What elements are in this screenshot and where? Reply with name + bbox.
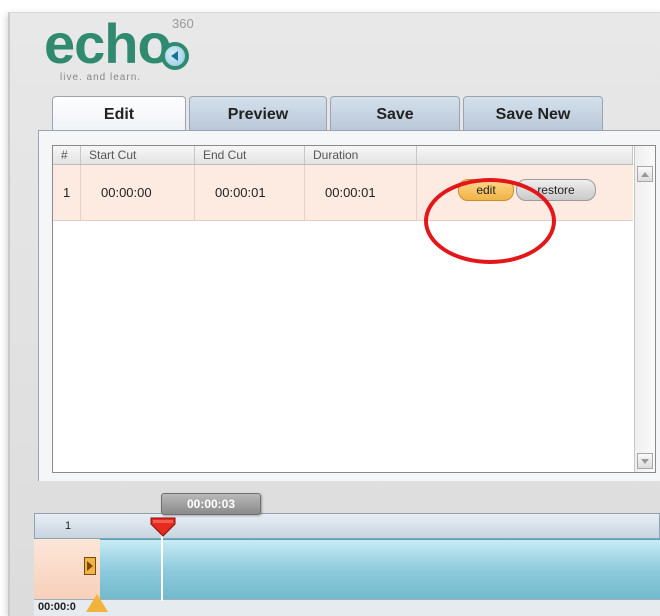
tab-save[interactable]: Save [330, 96, 460, 130]
logo-superscript: 360 [172, 16, 194, 31]
timeline[interactable]: 1 00:00:0 [34, 513, 660, 616]
cuts-table: # Start Cut End Cut Duration 1 00:00:00 … [52, 145, 656, 473]
header-start-cut[interactable]: Start Cut [81, 146, 195, 164]
clip-start-bracket-icon[interactable] [84, 557, 96, 575]
logo-tagline: live. and learn. [60, 72, 142, 83]
ruler-label: 1 [65, 520, 72, 532]
tab-save-new[interactable]: Save New [463, 96, 603, 130]
cell-end-cut: 00:00:01 [195, 165, 305, 220]
tab-edit[interactable]: Edit [52, 96, 186, 132]
cell-number: 1 [53, 165, 81, 220]
playhead-line [161, 527, 163, 601]
tab-preview[interactable]: Preview [189, 96, 327, 130]
cell-duration: 00:00:01 [305, 165, 417, 220]
highlight-circle [424, 178, 556, 264]
logo-speaker-icon [161, 42, 189, 70]
timeline-footer: 00:00:0 [34, 599, 660, 616]
header-number[interactable]: # [53, 146, 81, 164]
scroll-up-icon[interactable] [637, 166, 653, 182]
table-header: # Start Cut End Cut Duration [53, 146, 633, 165]
timeline-clip[interactable] [100, 539, 660, 600]
scroll-down-icon[interactable] [637, 453, 653, 469]
timeline-left-time: 00:00:0 [38, 601, 76, 613]
playhead-marker-icon[interactable] [149, 516, 177, 538]
in-point-marker-icon[interactable] [86, 594, 108, 612]
playhead-time: 00:00:03 [161, 493, 261, 515]
table-scrollbar[interactable] [634, 146, 655, 472]
echo360-logo: echo 360 live. and learn. [44, 16, 224, 90]
logo-wordmark: echo [44, 12, 172, 75]
cell-start-cut: 00:00:00 [81, 165, 195, 220]
timeline-ruler[interactable]: 1 [34, 513, 660, 539]
header-actions [417, 146, 633, 164]
header-duration[interactable]: Duration [305, 146, 417, 164]
header-end-cut[interactable]: End Cut [195, 146, 305, 164]
